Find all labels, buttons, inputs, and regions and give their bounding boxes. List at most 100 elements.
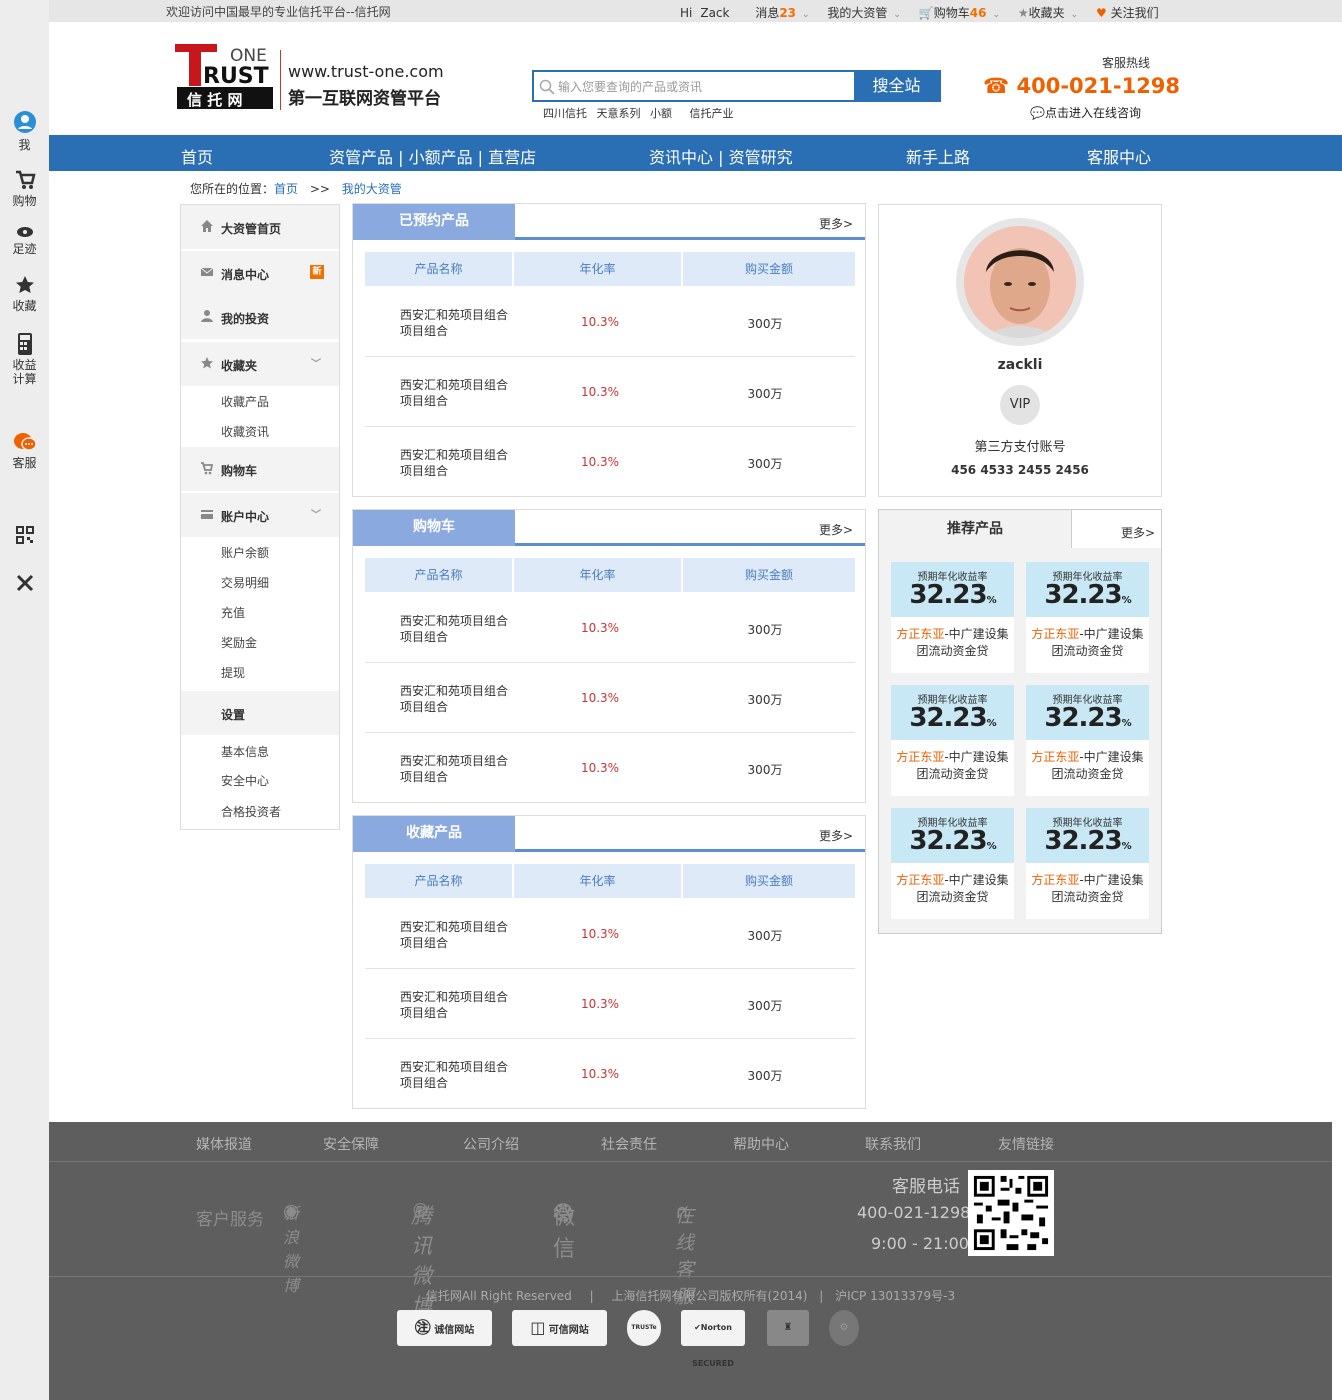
hot-word-link[interactable]: 四川信托: [543, 107, 587, 120]
menu-sub-item[interactable]: 收藏产品: [221, 393, 269, 410]
menu-item-settings[interactable]: 设置: [181, 691, 339, 735]
search-button[interactable]: 搜全站: [854, 72, 939, 100]
table-row[interactable]: 西安汇和苑项目组合项目组合 10.3% 300万: [365, 427, 855, 497]
online-consult-link[interactable]: 💬点击进入在线咨询: [1030, 104, 1141, 121]
menu-item-investments[interactable]: 我的投资: [181, 295, 339, 339]
menu-sub-item[interactable]: 合格投资者: [221, 803, 281, 820]
menu-sub-item[interactable]: 安全中心: [221, 772, 269, 789]
menu-sub-item[interactable]: 提现: [221, 664, 245, 681]
nav-item-service[interactable]: 客服中心: [1087, 144, 1151, 168]
trusted-site-badge[interactable]: ◫ 可信网站: [512, 1310, 607, 1346]
menu-item-favorites[interactable]: 收藏夹 ﹀: [181, 342, 339, 386]
recommend-card[interactable]: 预期年化收益率 32.23% 方正东亚-中广建设集团流动资金贷: [1026, 808, 1149, 919]
footer-link[interactable]: 帮助中心: [733, 1134, 789, 1154]
table-row[interactable]: 西安汇和苑项目组合项目组合 10.3% 300万: [365, 969, 855, 1039]
footer-link[interactable]: 社会责任: [601, 1134, 657, 1154]
rate-value: 32.23%: [1044, 580, 1131, 610]
sidebar-item-cart[interactable]: 购物: [0, 170, 49, 209]
menu-item-messages[interactable]: 消息中心 新: [181, 251, 339, 295]
favorite-products-panel: 收藏产品 更多> 产品名称 年化率 购买金额 西安汇和苑项目组合项目组合 10.3…: [352, 815, 866, 1109]
cart-panel: 购物车 更多> 产品名称 年化率 购买金额 西安汇和苑项目组合项目组合 10.3%…: [352, 509, 866, 803]
copyright-bar: 信托网All Right Reserved | 上海信托网有限公司版权所有(20…: [49, 1276, 1332, 1304]
menu-sub-item[interactable]: 账户余额: [221, 544, 269, 561]
my-account-link[interactable]: 我的大资管: [827, 6, 887, 20]
table-row[interactable]: 西安汇和苑项目组合项目组合 10.3% 300万: [365, 593, 855, 663]
norton-badge[interactable]: ✔Norton SECURED: [681, 1310, 745, 1368]
nav-item-home[interactable]: 首页: [181, 144, 213, 168]
hot-word-link[interactable]: 天意系列: [597, 107, 641, 120]
menu-item-account[interactable]: 账户中心 ﹀: [181, 493, 339, 537]
search-input[interactable]: 输入您要查询的产品或资讯: [558, 78, 702, 95]
menu-sub-item[interactable]: 交易明细: [221, 574, 269, 591]
sidebar-item-me[interactable]: 我: [0, 110, 49, 153]
footer-link[interactable]: 公司介绍: [463, 1134, 519, 1154]
menu-item-home[interactable]: 大资管首页: [181, 205, 339, 249]
hot-word-link[interactable]: 信托产业: [690, 107, 734, 120]
sidebar-item-service[interactable]: 客服: [0, 432, 49, 471]
close-sidebar-button[interactable]: [0, 574, 49, 594]
profile-card: zackli VIP 第三方支付账号 456 4533 2455 2456: [878, 204, 1162, 497]
welcome-text: 欢迎访问中国最早的专业信托平台--信托网: [166, 5, 391, 19]
footer-link[interactable]: 安全保障: [323, 1134, 379, 1154]
breadcrumb-home[interactable]: 首页: [274, 182, 298, 196]
more-link[interactable]: 更多>: [819, 521, 853, 538]
breadcrumb-current[interactable]: 我的大资管: [342, 182, 402, 196]
police-badge[interactable]: ♜: [767, 1310, 809, 1346]
site-logo[interactable]: ONE RUST 信 托 网: [175, 44, 275, 110]
credit-site-badge[interactable]: ㊟ 诚信网站: [397, 1310, 492, 1346]
username-link[interactable]: Zack: [700, 6, 729, 20]
menu-sub-item[interactable]: 充值: [221, 604, 245, 621]
rate-block: 预期年化收益率 32.23%: [891, 685, 1014, 740]
nav-item-beginner[interactable]: 新手上路: [906, 144, 970, 168]
hot-word-link[interactable]: 小额: [650, 107, 672, 120]
more-link[interactable]: 更多>: [1121, 524, 1155, 541]
site-url: www.trust-one.com: [288, 62, 444, 81]
column-header: 购买金额: [683, 252, 855, 286]
more-link[interactable]: 更多>: [819, 827, 853, 844]
gov-seal-badge[interactable]: ⚙: [829, 1310, 859, 1346]
recommend-card[interactable]: 预期年化收益率 32.23% 方正东亚-中广建设集团流动资金贷: [891, 685, 1014, 796]
qr-code-button[interactable]: [0, 526, 49, 546]
user-icon: [201, 310, 213, 322]
cart-icon: 🛒: [918, 6, 934, 20]
recommend-card[interactable]: 预期年化收益率 32.23% 方正东亚-中广建设集团流动资金贷: [1026, 685, 1149, 796]
avatar[interactable]: [956, 218, 1084, 346]
sidebar-item-calculator[interactable]: 收益计算: [0, 332, 49, 386]
favorites-link[interactable]: ★收藏夹: [1018, 6, 1065, 20]
sidebar-item-favorites[interactable]: 收藏: [0, 275, 49, 314]
menu-item-cart[interactable]: 购物车: [181, 447, 339, 491]
sidebar-item-history[interactable]: 足迹: [0, 226, 49, 257]
hotline-phone: ☎ 400-021-1298: [983, 74, 1181, 98]
footer-link[interactable]: 联系我们: [865, 1134, 921, 1154]
table-row[interactable]: 西安汇和苑项目组合项目组合 10.3% 300万: [365, 1039, 855, 1109]
product-title: 方正东亚-中广建设集团流动资金贷: [1031, 750, 1144, 781]
star-icon: [15, 276, 34, 293]
more-link[interactable]: 更多>: [819, 215, 853, 232]
menu-sub-item[interactable]: 奖励金: [221, 634, 257, 651]
recommend-card[interactable]: 预期年化收益率 32.23% 方正东亚-中广建设集团流动资金贷: [1026, 562, 1149, 673]
menu-sub-item[interactable]: 收藏资讯: [221, 423, 269, 440]
footer-link[interactable]: 媒体报道: [196, 1134, 252, 1154]
cart-link[interactable]: 🛒购物车46: [919, 6, 987, 20]
nav-item-products[interactable]: 资管产品 | 小额产品 | 直营店: [329, 144, 536, 168]
nav-item-news[interactable]: 资讯中心 | 资管研究: [649, 144, 793, 168]
menu-sub-item[interactable]: 基本信息: [221, 743, 269, 760]
messages-link[interactable]: 消息23: [755, 6, 796, 20]
close-icon: [16, 574, 33, 592]
table-row[interactable]: 西安汇和苑项目组合项目组合 10.3% 300万: [365, 733, 855, 803]
rate-block: 预期年化收益率 32.23%: [891, 562, 1014, 617]
truste-badge[interactable]: TRUSTe: [627, 1310, 661, 1346]
table-row[interactable]: 西安汇和苑项目组合项目组合 10.3% 300万: [365, 663, 855, 733]
table-header: 产品名称 年化率 购买金额: [365, 864, 855, 898]
service-label: 客户服务: [196, 1210, 264, 1230]
recommend-card[interactable]: 预期年化收益率 32.23% 方正东亚-中广建设集团流动资金贷: [891, 808, 1014, 919]
user-icon: [13, 111, 36, 133]
follow-link[interactable]: ♥ 关注我们: [1096, 6, 1159, 20]
table-row[interactable]: 西安汇和苑项目组合项目组合 10.3% 300万: [365, 357, 855, 427]
recommend-card[interactable]: 预期年化收益率 32.23% 方正东亚-中广建设集团流动资金贷: [891, 562, 1014, 673]
table-row[interactable]: 西安汇和苑项目组合项目组合 10.3% 300万: [365, 899, 855, 969]
calculator-icon: [17, 333, 32, 355]
footer-link[interactable]: 友情链接: [998, 1134, 1054, 1154]
table-row[interactable]: 西安汇和苑项目组合项目组合 10.3% 300万: [365, 287, 855, 357]
account-label: 第三方支付账号: [974, 440, 1066, 455]
